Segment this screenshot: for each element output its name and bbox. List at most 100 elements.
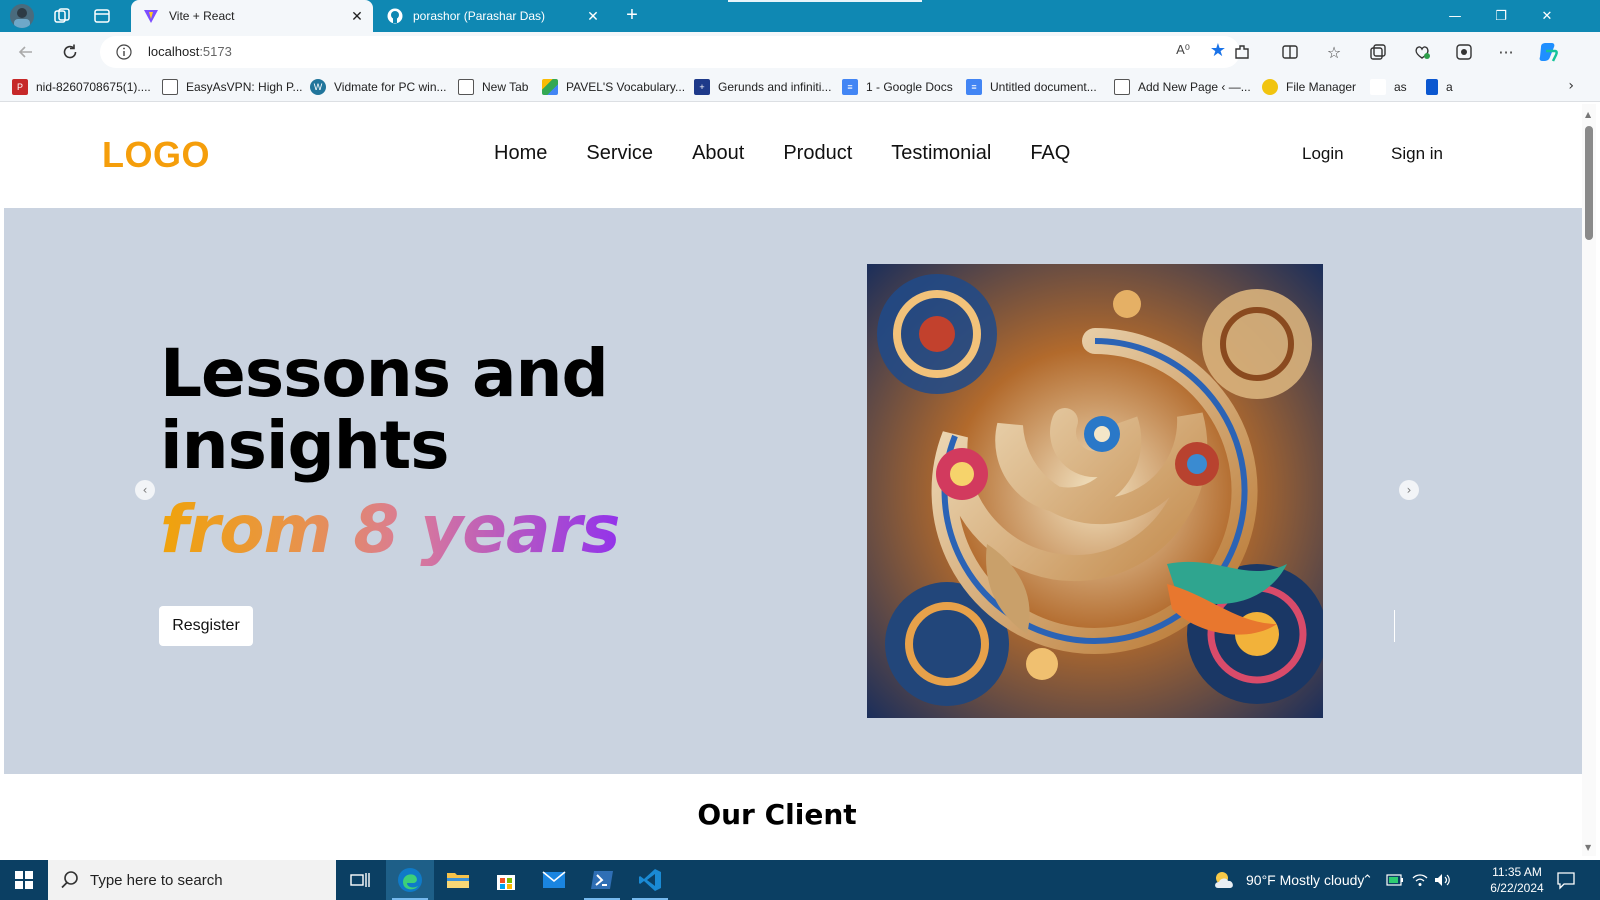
nav-link-service[interactable]: Service [586, 142, 653, 165]
hero-artwork-image [867, 264, 1323, 718]
address-bar[interactable]: localhost:5173 A⁰ ★ [100, 36, 1240, 68]
edge-browser-icon[interactable] [386, 860, 434, 900]
mail-icon[interactable] [530, 860, 578, 900]
settings-more-icon[interactable]: ··· [1494, 40, 1518, 64]
login-link[interactable]: Login [1302, 144, 1344, 164]
bookmark-item[interactable]: + Gerunds and infiniti... [694, 77, 831, 97]
page-viewport: LOGO Home Service About Product Testimon… [4, 104, 1582, 856]
wifi-icon[interactable] [1412, 860, 1428, 900]
copilot-icon[interactable] [1536, 40, 1560, 64]
scroll-up-icon[interactable]: ▲ [1585, 110, 1591, 119]
docs-icon: ≡ [842, 79, 858, 95]
battery-icon[interactable] [1386, 860, 1404, 900]
bookmark-item[interactable]: W Vidmate for PC win... [310, 77, 447, 97]
reload-icon[interactable] [58, 40, 82, 64]
close-tab-icon[interactable]: ✕ [347, 8, 367, 25]
bookmark-item[interactable]: EasyAsVPN: High P... [162, 77, 303, 97]
tab-title: porashor (Parashar Das) [413, 9, 546, 23]
extensions-icon[interactable] [1230, 40, 1254, 64]
taskbar-search-box[interactable]: Type here to search [48, 860, 336, 900]
close-window-button[interactable]: ✕ [1524, 0, 1570, 32]
file-explorer-icon[interactable] [434, 860, 482, 900]
browser-toolbar: localhost:5173 A⁰ ★ ☆ ··· [0, 32, 1600, 72]
bookmark-label: Gerunds and infiniti... [718, 80, 832, 94]
scrollbar-thumb[interactable] [1585, 126, 1593, 240]
bookmark-label: Untitled document... [990, 80, 1097, 94]
vite-icon [143, 8, 159, 24]
nav-link-faq[interactable]: FAQ [1030, 142, 1070, 165]
bookmark-item[interactable]: PAVEL'S Vocabulary... [542, 77, 685, 97]
bookmark-item[interactable]: File Manager [1262, 77, 1356, 97]
bookmark-label: EasyAsVPN: High P... [186, 80, 303, 94]
bookmark-item[interactable]: ≡ Untitled document... [966, 77, 1097, 97]
tab-actions-icon[interactable] [92, 6, 112, 26]
page-icon [1114, 79, 1130, 95]
back-icon[interactable] [14, 40, 38, 64]
carousel-prev-icon[interactable]: ‹ [135, 480, 155, 500]
favorite-star-icon[interactable]: ★ [1210, 40, 1226, 61]
vscode-icon[interactable] [626, 860, 674, 900]
chevron-right-icon[interactable]: › [1568, 78, 1574, 94]
wordpress-icon: W [310, 79, 326, 95]
bookmark-item[interactable]: Pnid-8260708675(1).... [12, 77, 151, 97]
url-port: :5173 [199, 44, 232, 59]
read-aloud-icon[interactable]: A⁰ [1176, 42, 1190, 58]
url-host: localhost [148, 44, 200, 59]
blank-icon [1370, 79, 1386, 95]
search-placeholder: Type here to search [90, 871, 223, 889]
windows-start-button[interactable] [0, 860, 48, 900]
page-icon [458, 79, 474, 95]
nav-link-about[interactable]: About [692, 142, 744, 165]
site-logo[interactable]: LOGO [102, 134, 210, 176]
workspaces-icon[interactable] [52, 6, 72, 26]
bookmark-label: as [1394, 80, 1407, 94]
profile-avatar[interactable] [10, 4, 34, 28]
split-screen-icon[interactable] [1278, 40, 1302, 64]
bookmark-label: nid-8260708675(1).... [36, 80, 151, 94]
favorites-icon[interactable]: ☆ [1322, 40, 1346, 64]
collections-icon[interactable] [1366, 40, 1390, 64]
bookmark-item[interactable]: ≡ 1 - Google Docs [842, 77, 953, 97]
weather-widget[interactable]: 90°F Mostly cloudy [1212, 860, 1364, 900]
bookmarks-bar: Pnid-8260708675(1).... EasyAsVPN: High P… [0, 72, 1600, 102]
bookmark-item[interactable]: as [1370, 77, 1407, 97]
clock-time: 11:35 AM [1492, 865, 1542, 879]
restore-button[interactable]: ❐ [1478, 0, 1524, 32]
tab-github[interactable]: porashor (Parashar Das) ✕ [375, 0, 609, 32]
microsoft-store-icon[interactable] [482, 860, 530, 900]
show-hidden-icons-chevron[interactable]: ⌃ [1362, 860, 1373, 900]
browser-essentials-icon[interactable] [1410, 40, 1434, 64]
system-clock[interactable]: 11:35 AM 6/22/2024 [1482, 864, 1552, 896]
nav-link-home[interactable]: Home [494, 142, 547, 165]
scroll-down-icon[interactable]: ▼ [1585, 843, 1591, 852]
nav-link-testimonial[interactable]: Testimonial [891, 142, 991, 165]
bookmark-label: 1 - Google Docs [866, 80, 953, 94]
nav-link-product[interactable]: Product [783, 142, 852, 165]
hero-highlight-text: from 8 years [160, 491, 620, 568]
register-button[interactable]: Resgister [159, 606, 253, 646]
bookmark-label: New Tab [482, 80, 529, 94]
bookmark-item[interactable]: a [1426, 77, 1453, 97]
minimize-button[interactable]: — [1432, 0, 1478, 32]
powershell-icon[interactable] [578, 860, 626, 900]
bookmark-item[interactable]: Add New Page ‹ —... [1114, 77, 1251, 97]
site-info-icon[interactable] [116, 44, 132, 60]
bookmark-label: PAVEL'S Vocabulary... [566, 80, 686, 94]
volume-icon[interactable] [1434, 860, 1452, 900]
signin-link[interactable]: Sign in [1391, 144, 1443, 164]
task-view-icon[interactable] [336, 860, 384, 900]
tab-vite-react[interactable]: Vite + React ✕ [131, 0, 373, 32]
url-text: localhost:5173 [148, 44, 232, 59]
close-tab-icon[interactable]: ✕ [583, 8, 603, 25]
page-scrollbar[interactable]: ▲ ▼ [1582, 104, 1596, 856]
uk-flag-icon: + [694, 79, 710, 95]
file-manager-icon [1262, 79, 1278, 95]
bookmark-item[interactable]: New Tab [458, 77, 528, 97]
notification-center-icon[interactable] [1556, 870, 1576, 890]
carousel-next-icon[interactable]: › [1399, 480, 1419, 500]
copilot-sidebar-icon[interactable] [1452, 40, 1476, 64]
new-tab-button[interactable]: + [620, 4, 644, 28]
github-icon [387, 8, 403, 24]
cloudy-weather-icon [1215, 872, 1233, 888]
site-navbar: LOGO Home Service About Product Testimon… [4, 104, 1582, 208]
